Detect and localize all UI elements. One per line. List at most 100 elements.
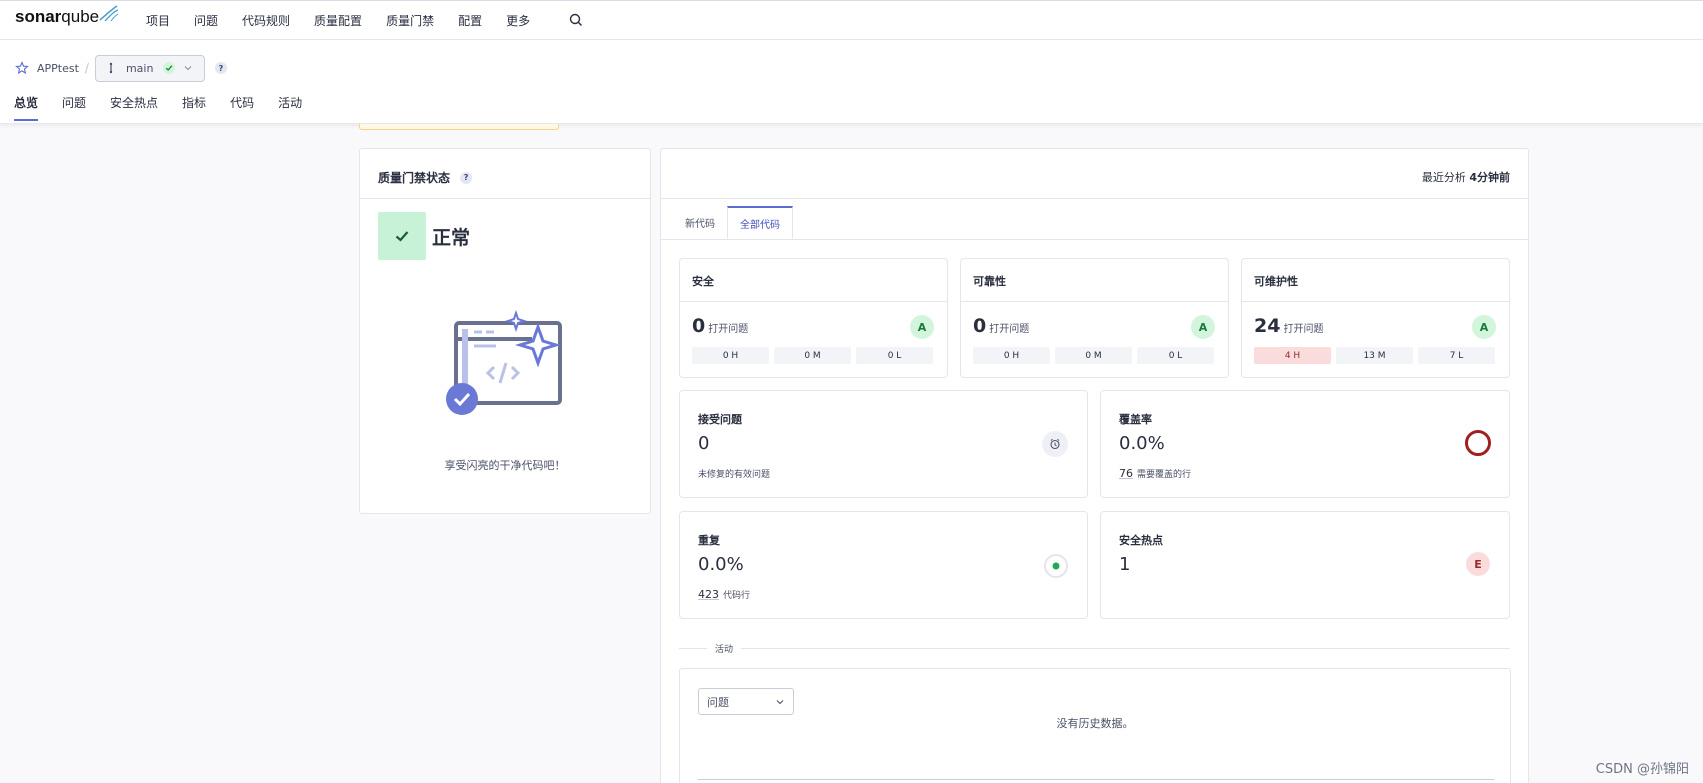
- quality-gate-help-icon[interactable]: ?: [460, 171, 473, 184]
- watermark-text: CSDN @孙锦阳: [1595, 762, 1689, 777]
- security-card[interactable]: 安全 0 打开问题 A 0 H 0 M 0 L: [679, 258, 948, 378]
- severity-medium-pill[interactable]: 0 M: [1055, 347, 1132, 364]
- security-hotspots-value[interactable]: 1: [1119, 554, 1130, 575]
- tab-issues[interactable]: 问题: [62, 94, 86, 121]
- warning-banner-edge: [359, 124, 559, 130]
- duplication-lines-label: 代码行: [723, 591, 751, 601]
- measures-card: 最近分析 4分钟前 新代码 全部代码 安全 0 打开问题 A 0 H 0 M 0…: [660, 148, 1529, 783]
- tab-overall-code[interactable]: 全部代码: [727, 206, 793, 239]
- nav-item-more[interactable]: 更多: [506, 12, 530, 29]
- nav-item-quality-profiles[interactable]: 质量配置: [314, 12, 362, 29]
- activity-chart-box: 问题 没有历史数据。: [679, 668, 1511, 783]
- security-open-issues[interactable]: 0 打开问题: [692, 315, 748, 337]
- sonarqube-logo[interactable]: sonar qube: [15, 5, 119, 27]
- coverage-lines-count[interactable]: 76: [1119, 467, 1133, 480]
- branch-help-icon[interactable]: ?: [214, 62, 227, 74]
- reliability-severity-row: 0 H 0 M 0 L: [973, 347, 1219, 364]
- duplication-value[interactable]: 0.0%: [698, 554, 744, 575]
- divider: [680, 301, 947, 302]
- maintainability-count-label: 打开问题: [1283, 324, 1324, 335]
- coverage-value[interactable]: 0.0%: [1119, 433, 1165, 454]
- accepted-issues-value[interactable]: 0: [698, 433, 709, 454]
- nav-item-quality-gates[interactable]: 质量门禁: [386, 12, 434, 29]
- duplication-card[interactable]: 重复 0.0% 423 代码行: [679, 511, 1088, 619]
- accepted-issues-title: 接受问题: [698, 413, 742, 426]
- severity-high-pill[interactable]: 0 H: [973, 347, 1050, 364]
- logo-waves-icon: [99, 5, 119, 22]
- breadcrumb-separator: /: [84, 61, 89, 75]
- branch-icon: [109, 62, 113, 74]
- tab-security-hotspots[interactable]: 安全热点: [110, 94, 158, 121]
- security-title: 安全: [692, 275, 714, 288]
- nav-item-issues[interactable]: 问题: [194, 12, 218, 29]
- severity-high-pill[interactable]: 4 H: [1254, 347, 1331, 364]
- last-analysis-value: 4分钟前: [1469, 171, 1510, 184]
- chart-axis-line: [698, 779, 1494, 780]
- reliability-open-issues[interactable]: 0 打开问题: [973, 315, 1029, 337]
- reliability-title: 可靠性: [973, 275, 1006, 288]
- activity-select-value: 问题: [707, 695, 729, 709]
- security-rating-badge: A: [910, 315, 934, 339]
- tab-measures[interactable]: 指标: [182, 94, 206, 121]
- project-name-link[interactable]: APPtest: [37, 62, 79, 75]
- quality-gate-title: 质量门禁状态 ?: [378, 169, 473, 186]
- security-severity-row: 0 H 0 M 0 L: [692, 347, 938, 364]
- maintainability-rating-badge: A: [1472, 315, 1496, 339]
- activity-graph-select[interactable]: 问题: [698, 688, 794, 715]
- tab-overview[interactable]: 总览: [14, 94, 39, 121]
- duplication-indicator-icon: [1044, 554, 1068, 578]
- activity-label: 活动: [715, 644, 734, 655]
- maintainability-count: 24: [1254, 315, 1281, 337]
- nav-item-projects[interactable]: 项目: [146, 12, 170, 29]
- alarm-clock-icon: [1042, 431, 1068, 457]
- duplication-title: 重复: [698, 534, 720, 547]
- tab-code[interactable]: 代码: [230, 94, 254, 121]
- logo-text-light: qube: [61, 7, 100, 26]
- accepted-issues-subtitle: 未修复的有效问题: [698, 470, 771, 480]
- reliability-count: 0: [973, 315, 987, 337]
- maintainability-card[interactable]: 可维护性 24 打开问题 A 4 H 13 M 7 L: [1241, 258, 1510, 378]
- divider: [360, 198, 650, 199]
- duplication-lines-count[interactable]: 423: [698, 588, 719, 601]
- quality-gate-title-text: 质量门禁状态: [378, 171, 451, 185]
- security-hotspots-card[interactable]: 安全热点 1 E: [1100, 511, 1510, 619]
- project-header: APPtest / main ? 总览 问题 安全热点 指标 代码 活动: [0, 40, 1703, 124]
- quality-gate-caption: 享受闪亮的干净代码吧！: [444, 459, 566, 472]
- reliability-card[interactable]: 可靠性 0 打开问题 A 0 H 0 M 0 L: [960, 258, 1229, 378]
- severity-low-pill[interactable]: 7 L: [1418, 347, 1495, 364]
- favorite-star-icon[interactable]: [15, 61, 29, 75]
- tab-activity[interactable]: 活动: [278, 94, 302, 121]
- divider: [661, 239, 1528, 240]
- security-count-label: 打开问题: [708, 324, 749, 335]
- tab-new-code[interactable]: 新代码: [673, 206, 727, 239]
- coverage-card[interactable]: 覆盖率 0.0% 76 需要覆盖的行: [1100, 390, 1510, 498]
- coverage-lines: 76 需要覆盖的行: [1119, 467, 1191, 480]
- reliability-count-label: 打开问题: [989, 324, 1030, 335]
- security-hotspots-title: 安全热点: [1119, 534, 1163, 547]
- activity-empty-message: 没有历史数据。: [1056, 717, 1134, 730]
- code-period-tabs: 新代码 全部代码: [673, 206, 793, 239]
- severity-medium-pill[interactable]: 13 M: [1336, 347, 1413, 364]
- activity-section-header: 活动: [679, 641, 1510, 655]
- nav-item-rules[interactable]: 代码规则: [242, 12, 290, 29]
- chevron-down-icon: [776, 699, 784, 704]
- search-icon[interactable]: [568, 12, 584, 28]
- project-tabs: 总览 问题 安全热点 指标 代码 活动: [14, 94, 326, 121]
- severity-low-pill[interactable]: 0 L: [856, 347, 933, 364]
- severity-medium-pill[interactable]: 0 M: [774, 347, 851, 364]
- accepted-issues-card[interactable]: 接受问题 0 未修复的有效问题: [679, 390, 1088, 498]
- divider: [661, 198, 1528, 199]
- severity-low-pill[interactable]: 0 L: [1137, 347, 1214, 364]
- nav-item-administration[interactable]: 配置: [458, 12, 482, 29]
- branch-selector[interactable]: main: [94, 54, 205, 82]
- branch-name: main: [125, 61, 154, 75]
- quality-gate-status-text: 正常: [432, 226, 471, 249]
- breadcrumb: APPtest / main ?: [15, 54, 227, 82]
- divider: [961, 301, 1228, 302]
- divider: [1242, 301, 1509, 302]
- reliability-rating-badge: A: [1191, 315, 1215, 339]
- divider: [741, 647, 1510, 649]
- quality-gate-status: 正常: [378, 212, 470, 260]
- severity-high-pill[interactable]: 0 H: [692, 347, 769, 364]
- maintainability-open-issues[interactable]: 24 打开问题: [1254, 315, 1323, 337]
